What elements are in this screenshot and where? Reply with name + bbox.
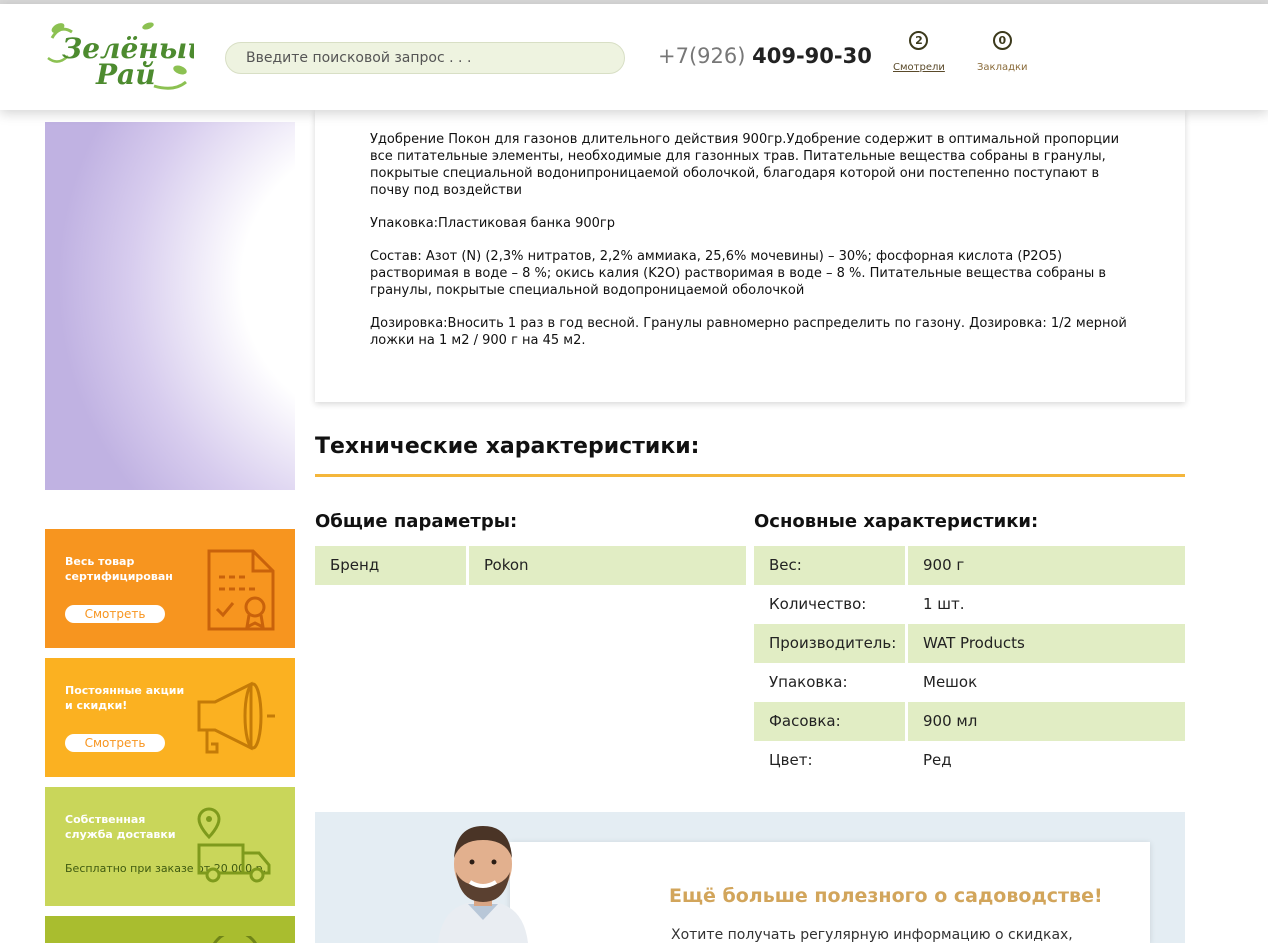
viewed-counter[interactable]: 2 Смотрели — [893, 31, 945, 73]
promo-certified-button[interactable]: Смотреть — [65, 605, 165, 623]
spec-row-packaging: Упаковка: Мешок — [754, 663, 1185, 702]
promo-next-icon — [213, 936, 257, 943]
subscribe-title: Ещё больше полезного о садоводстве! — [669, 885, 1103, 907]
tech-specs-title: Технические характеристики: — [315, 434, 700, 459]
promo-discounts-button[interactable]: Смотреть — [65, 734, 165, 752]
promo-discounts[interactable]: Постоянные акции и скидки! Смотреть — [45, 658, 295, 777]
bookmarks-count-badge: 0 — [992, 31, 1012, 50]
bookmarks-label[interactable]: Закладки — [977, 62, 1028, 73]
search-input[interactable]: Введите поисковой запрос . . . — [225, 42, 625, 74]
tech-specs-divider — [315, 474, 1185, 477]
description-dosage: Дозировка:Вносить 1 раз в год весной. Гр… — [370, 316, 1127, 348]
promo-discounts-title: Постоянные акции и скидки! — [65, 684, 185, 712]
person-photo — [438, 826, 528, 943]
product-description-card: Удобрение Покон для газонов длительного … — [315, 110, 1185, 402]
viewed-label[interactable]: Смотрели — [893, 62, 945, 73]
spec-row-volume: Фасовка: 900 мл — [754, 702, 1185, 741]
spec-value: 1 шт. — [923, 595, 965, 613]
delivery-truck-icon — [197, 807, 271, 883]
promo-certified-title: Весь товар сертифицирован — [65, 555, 173, 583]
spec-value: Ред — [923, 751, 952, 769]
subscribe-text: Хотите получать регулярную информацию о … — [671, 927, 1073, 943]
spec-value: Мешок — [923, 673, 978, 691]
spec-row-weight: Вес: 900 г — [754, 546, 1185, 585]
spec-row-manufacturer: Производитель: WAT Products — [754, 624, 1185, 663]
spec-key: Вес: — [754, 546, 905, 585]
spec-row-color: Цвет: Ред — [754, 741, 1185, 780]
spec-row-quantity: Количество: 1 шт. — [754, 585, 1185, 624]
spec-value: WAT Products — [908, 624, 1185, 663]
spec-key: Бренд — [315, 546, 466, 585]
bookmarks-counter[interactable]: 0 Закладки — [977, 31, 1028, 73]
viewed-count-badge: 2 — [909, 31, 929, 50]
promo-delivery-title: Собственная служба доставки — [65, 813, 176, 841]
svg-text:Рай: Рай — [95, 58, 156, 91]
phone-main: 409-90-30 — [752, 44, 872, 68]
phone-prefix: +7(926) — [658, 44, 753, 68]
site-logo[interactable]: Зелёный Рай — [44, 18, 194, 94]
sidebar-banner-image — [45, 122, 295, 490]
promo-delivery[interactable]: Собственная служба доставки Бесплатно пр… — [45, 787, 295, 906]
promo-next[interactable] — [45, 916, 295, 943]
phone-number[interactable]: +7(926) 409-90-30 — [658, 44, 872, 68]
description-composition: Состав: Азот (N) (2,3% нитратов, 2,2% ам… — [370, 249, 1107, 298]
spec-key: Количество: — [769, 595, 867, 613]
description-packaging: Упаковка:Пластиковая банка 900гр — [370, 216, 615, 231]
spec-key: Цвет: — [769, 751, 813, 769]
site-header: Зелёный Рай Введите поисковой запрос . .… — [0, 4, 1268, 110]
general-params-title: Общие параметры: — [315, 511, 518, 532]
spec-key: Производитель: — [754, 624, 905, 663]
megaphone-icon — [197, 681, 275, 754]
main-specs-title: Основные характеристики: — [754, 511, 1039, 532]
spec-value: 900 мл — [908, 702, 1185, 741]
spec-row-brand: Бренд Pokon — [315, 546, 746, 585]
spec-value: Pokon — [469, 546, 746, 585]
certificate-icon — [207, 549, 275, 631]
spec-value: 900 г — [908, 546, 1185, 585]
spec-key: Упаковка: — [769, 673, 848, 691]
description-paragraph: Удобрение Покон для газонов длительного … — [370, 132, 1120, 198]
promo-certified[interactable]: Весь товар сертифицирован Смотреть — [45, 529, 295, 648]
spec-key: Фасовка: — [754, 702, 905, 741]
